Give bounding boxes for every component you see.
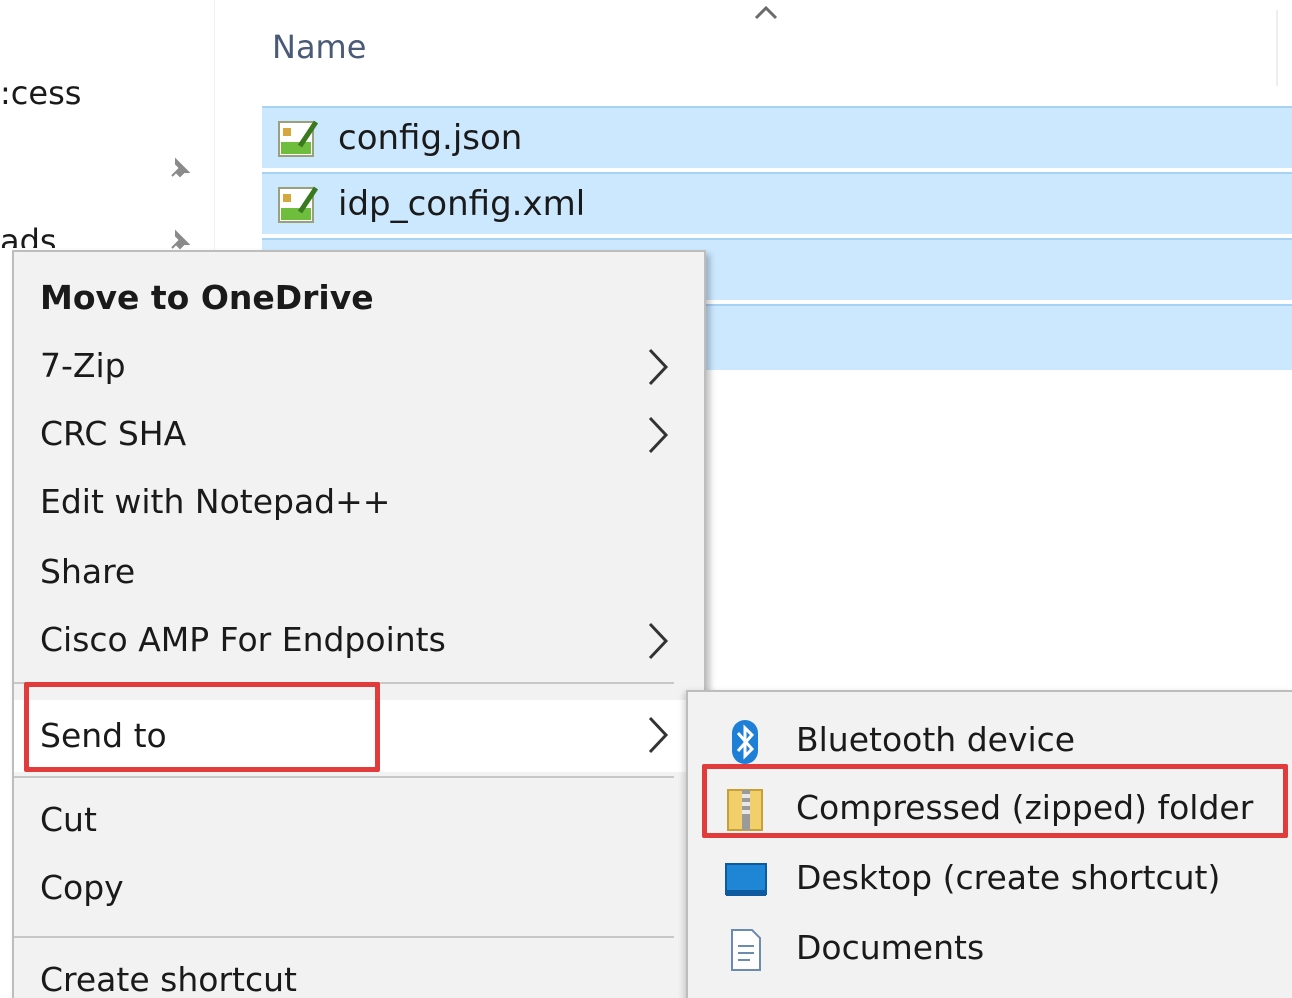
highlight-box-send-to <box>24 682 380 772</box>
chevron-right-icon <box>648 716 669 754</box>
file-row[interactable]: config.json <box>262 106 1292 168</box>
menu-item-cut[interactable]: Cut <box>14 790 704 852</box>
menu-item-share[interactable]: Share <box>14 542 704 604</box>
menu-item-label: CRC SHA <box>40 414 187 453</box>
file-name: config.json <box>338 118 523 158</box>
bluetooth-icon <box>732 720 758 764</box>
file-icon <box>278 186 319 223</box>
submenu-item-bluetooth[interactable]: Bluetooth device <box>688 706 1278 772</box>
file-row[interactable]: idp_config.xml <box>262 172 1292 234</box>
pin-icon[interactable] <box>164 154 194 184</box>
submenu-item-label: Desktop (create shortcut) <box>796 858 1221 897</box>
menu-item-label: Cisco AMP For Endpoints <box>40 620 446 659</box>
sort-ascending-icon <box>754 5 778 20</box>
send-to-submenu: Bluetooth device Compressed (zipped) fol… <box>686 690 1292 998</box>
menu-item-crc-sha[interactable]: CRC SHA <box>14 404 704 466</box>
menu-item-label: Copy <box>40 868 124 907</box>
desktop-icon <box>725 863 767 896</box>
menu-item-move-to-onedrive[interactable]: Move to OneDrive <box>14 268 704 330</box>
file-icon <box>278 120 319 157</box>
chevron-right-icon <box>648 348 669 386</box>
menu-item-copy[interactable]: Copy <box>14 858 704 920</box>
menu-item-7zip[interactable]: 7-Zip <box>14 336 704 398</box>
chevron-right-icon <box>648 416 669 454</box>
menu-item-label: 7-Zip <box>40 346 126 385</box>
menu-separator <box>14 936 674 938</box>
submenu-item-label: Bluetooth device <box>796 720 1076 759</box>
menu-item-label: Create shortcut <box>40 960 297 998</box>
column-divider <box>1276 10 1278 86</box>
context-menu: Move to OneDrive 7-Zip CRC SHA Edit with… <box>12 250 706 998</box>
submenu-item-desktop[interactable]: Desktop (create shortcut) <box>688 844 1278 910</box>
menu-item-label: Share <box>40 552 136 591</box>
nav-item-quick-access[interactable]: :cess <box>0 74 81 112</box>
menu-item-label: Cut <box>40 800 97 839</box>
menu-item-edit-with-notepad[interactable]: Edit with Notepad++ <box>14 472 704 534</box>
documents-icon <box>731 929 761 971</box>
submenu-item-documents[interactable]: Documents <box>688 914 1278 980</box>
file-name: idp_config.xml <box>338 184 586 224</box>
nav-item-downloads[interactable]: ads <box>0 222 57 248</box>
chevron-right-icon <box>648 622 669 660</box>
menu-item-create-shortcut[interactable]: Create shortcut <box>14 950 704 998</box>
column-header-name[interactable]: Name <box>272 28 366 66</box>
submenu-item-label: Documents <box>796 928 985 967</box>
menu-item-cisco-amp[interactable]: Cisco AMP For Endpoints <box>14 610 704 672</box>
explorer-window: :cess ads Name config.json idp_config.xm… <box>0 0 1292 998</box>
menu-item-label: Edit with Notepad++ <box>40 482 391 521</box>
menu-separator <box>14 776 674 778</box>
highlight-box-compressed-folder <box>702 764 1288 838</box>
menu-item-label: Move to OneDrive <box>40 278 374 317</box>
